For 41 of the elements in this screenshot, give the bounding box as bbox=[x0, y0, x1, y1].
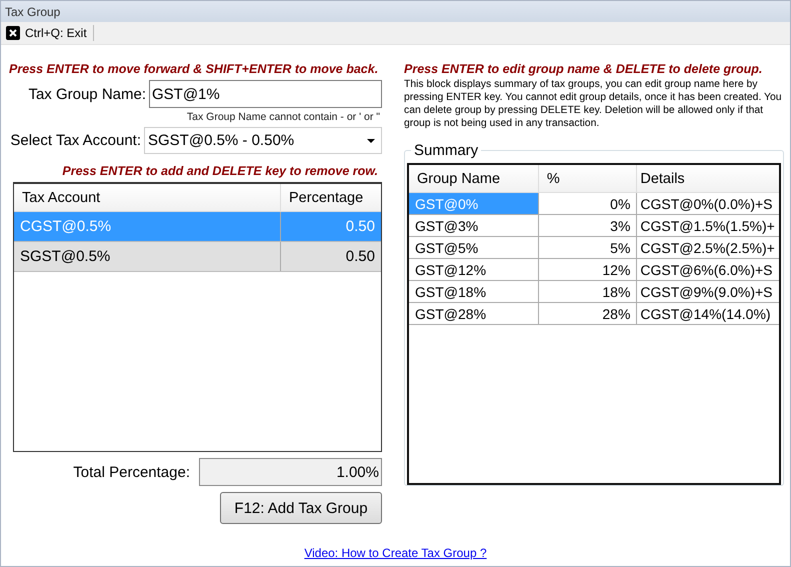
video-link[interactable]: Video: How to Create Tax Group ? bbox=[304, 546, 487, 560]
table-cell: 3% bbox=[538, 215, 636, 236]
group-title: Summary bbox=[411, 142, 482, 159]
field-label: Select Tax Account: bbox=[10, 132, 141, 149]
column-header: Group Name bbox=[416, 170, 502, 188]
table-cell: 28% bbox=[538, 303, 636, 324]
table-cell: 5% bbox=[538, 237, 636, 258]
dropdown[interactable]: SGST@0.5% - 0.50% bbox=[144, 127, 382, 154]
field-label: Total Percentage: bbox=[73, 464, 190, 480]
exit-button[interactable]: Ctrl+Q: Exit bbox=[4, 26, 93, 40]
table-cell: CGST@1.5%(1.5%)+ bbox=[636, 215, 779, 236]
table-cell: CGST@9%(9.0%)+S bbox=[636, 281, 779, 302]
table-cell[interactable]: GST@18% bbox=[409, 281, 538, 302]
hint-text: Press ENTER to move forward & SHIFT+ENTER to move back. bbox=[9, 62, 380, 76]
table-cell: 12% bbox=[538, 259, 636, 280]
table-cell[interactable]: GST@12% bbox=[409, 259, 538, 280]
table-cell[interactable]: GST@5% bbox=[409, 237, 538, 258]
table-cell: CGST@2.5%(2.5%)+ bbox=[636, 237, 779, 258]
table-cell: CGST@6%(6.0%)+S bbox=[636, 259, 779, 280]
table-cell[interactable]: GST@28% bbox=[409, 303, 538, 324]
window-title: Tax Group bbox=[5, 4, 60, 18]
total-field: 1.00% bbox=[199, 458, 382, 486]
column-header: Tax Account bbox=[21, 188, 102, 208]
column-header: % bbox=[538, 165, 636, 192]
table-cell: 18% bbox=[538, 281, 636, 302]
field-label: Tax Group Name: bbox=[28, 86, 146, 102]
input-field[interactable]: GST@1% bbox=[149, 80, 382, 108]
table-cell: 0% bbox=[538, 193, 636, 214]
table-cell: CGST@0%(0.0%)+S bbox=[636, 193, 779, 214]
hint-text: Press ENTER to add and DELETE key to remove row. bbox=[62, 164, 378, 178]
table-cell: CGST@14%(14.0%) bbox=[636, 303, 779, 324]
close-icon bbox=[6, 26, 20, 40]
note-text: Tax Group Name cannot contain - or ' or " bbox=[186, 111, 380, 123]
table-cell[interactable]: GST@3% bbox=[409, 215, 538, 236]
table-row[interactable]: SGST@0.5% 0.50 bbox=[14, 242, 381, 272]
column-header: Percentage bbox=[280, 184, 381, 211]
description-text: This block displays summary of tax groups, you can edit group name here by pressing ENTER key. You cannot edit group details, once it has been created. You can delete group by pressing DELETE key. Deletion will be allowed only if that group is not being used in any transaction. bbox=[404, 78, 783, 130]
caret-icon bbox=[367, 138, 375, 142]
column-header: Details bbox=[636, 165, 779, 192]
add-button[interactable]: F12: Add Tax Group bbox=[220, 492, 382, 524]
hint-text: Press ENTER to edit group name & DELETE to delete group. bbox=[404, 62, 764, 76]
